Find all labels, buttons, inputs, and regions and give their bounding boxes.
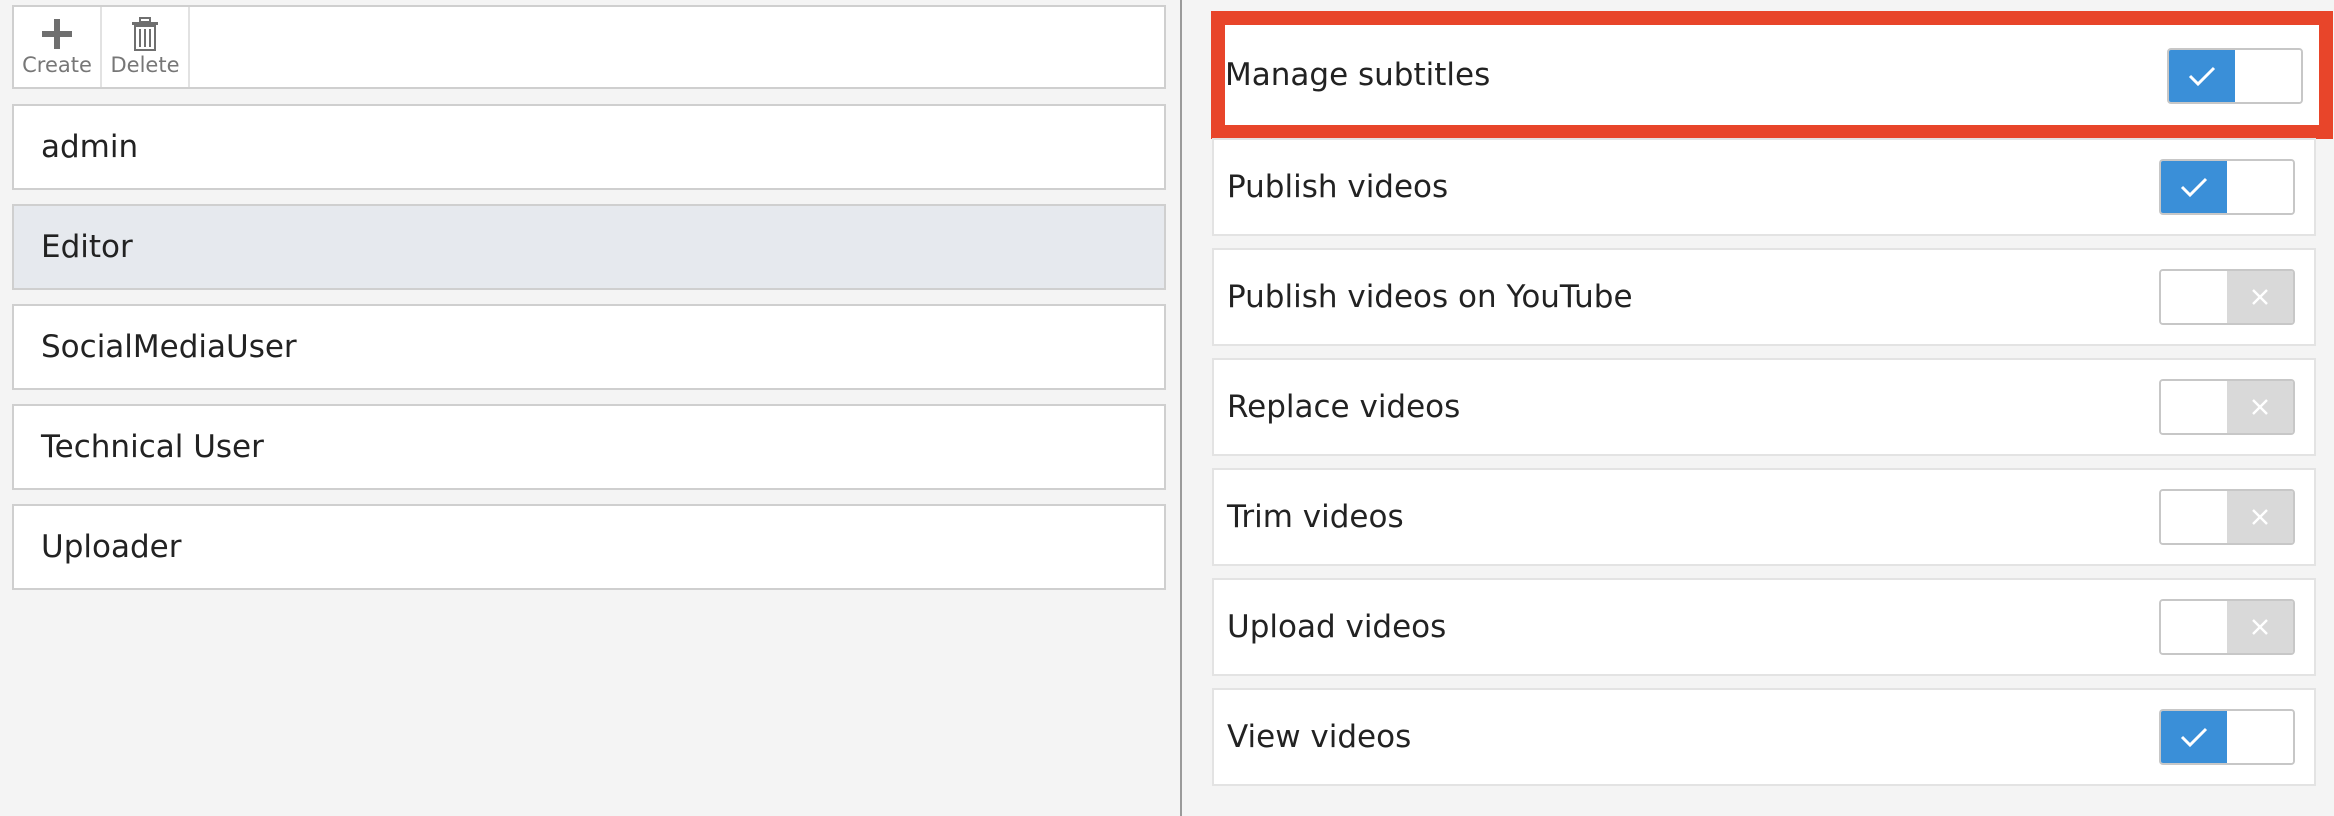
permission-label: Trim videos xyxy=(1227,499,1404,535)
toggle-knob xyxy=(2161,271,2227,323)
permission-label: Upload videos xyxy=(1227,609,1447,645)
delete-label: Delete xyxy=(110,53,180,77)
toggle-replace-videos[interactable] xyxy=(2159,379,2295,435)
role-item-editor[interactable]: Editor xyxy=(12,204,1166,290)
toggle-trim-videos[interactable] xyxy=(2159,489,2295,545)
toggle-publish-videos[interactable] xyxy=(2159,159,2295,215)
create-button[interactable]: Create xyxy=(14,7,102,87)
toggle-knob xyxy=(2235,50,2301,102)
toggle-knob xyxy=(2227,711,2293,763)
x-icon xyxy=(2227,271,2293,323)
delete-button[interactable]: Delete xyxy=(102,7,190,87)
permission-label: Publish videos xyxy=(1227,169,1449,205)
role-name: Uploader xyxy=(41,529,182,565)
role-item-admin[interactable]: admin xyxy=(12,104,1166,190)
permission-row-publish-videos-on-youtube: Publish videos on YouTube xyxy=(1212,248,2316,346)
permission-row-upload-videos: Upload videos xyxy=(1212,578,2316,676)
permission-row-publish-videos: Publish videos xyxy=(1212,138,2316,236)
role-name: Technical User xyxy=(41,429,264,465)
role-item-technical-user[interactable]: Technical User xyxy=(12,404,1166,490)
permissions-pane: Manage subtitles Publish videos Publish … xyxy=(1182,0,2334,816)
x-icon xyxy=(2227,381,2293,433)
toggle-knob xyxy=(2161,601,2227,653)
toggle-view-videos[interactable] xyxy=(2159,709,2295,765)
toggle-upload-videos[interactable] xyxy=(2159,599,2295,655)
toggle-knob xyxy=(2161,381,2227,433)
permission-row-view-videos: View videos xyxy=(1212,688,2316,786)
role-name: admin xyxy=(41,129,139,165)
permission-label: Publish videos on YouTube xyxy=(1227,279,1633,315)
toggle-knob xyxy=(2227,161,2293,213)
permission-label: View videos xyxy=(1227,719,1412,755)
create-label: Create xyxy=(22,53,92,77)
trash-icon xyxy=(130,17,160,51)
permission-row-trim-videos: Trim videos xyxy=(1212,468,2316,566)
role-item-uploader[interactable]: Uploader xyxy=(12,504,1166,590)
toggle-manage-subtitles[interactable] xyxy=(2167,48,2303,104)
role-name: Editor xyxy=(41,229,133,265)
role-item-socialmediauser[interactable]: SocialMediaUser xyxy=(12,304,1166,390)
check-icon xyxy=(2169,50,2235,102)
role-name: SocialMediaUser xyxy=(41,329,297,365)
toggle-publish-videos-on-youtube[interactable] xyxy=(2159,269,2295,325)
x-icon xyxy=(2227,601,2293,653)
plus-icon xyxy=(40,17,74,51)
permission-row-manage-subtitles: Manage subtitles xyxy=(1225,25,2319,125)
roles-toolbar: Create Delete xyxy=(12,5,1166,89)
permission-label: Manage subtitles xyxy=(1225,57,1491,93)
x-icon xyxy=(2227,491,2293,543)
check-icon xyxy=(2161,161,2227,213)
roles-pane: Create Delete admin Editor SocialMediaUs… xyxy=(0,0,1180,816)
check-icon xyxy=(2161,711,2227,763)
permission-label: Replace videos xyxy=(1227,389,1461,425)
permission-row-replace-videos: Replace videos xyxy=(1212,358,2316,456)
toggle-knob xyxy=(2161,491,2227,543)
